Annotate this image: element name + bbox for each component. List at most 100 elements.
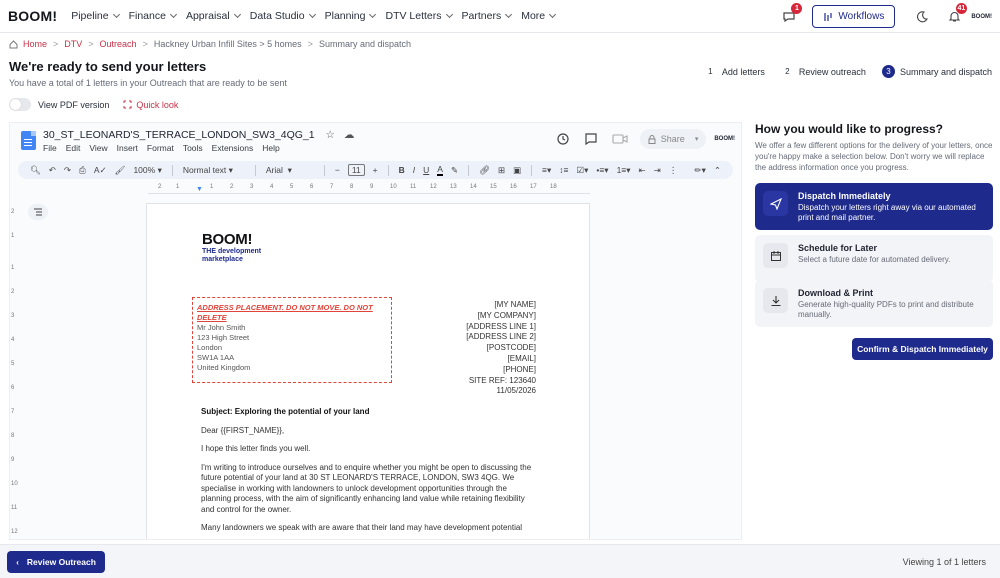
breadcrumb-dtv[interactable]: DTV <box>64 39 82 49</box>
confirm-dispatch-button[interactable]: Confirm & Dispatch Immediately <box>852 338 993 360</box>
bullet-list-icon[interactable]: •≡▾ <box>596 165 608 176</box>
breadcrumb-separator: > <box>307 39 313 49</box>
menu-extensions[interactable]: Extensions <box>212 143 254 153</box>
menu-insert[interactable]: Insert <box>117 143 138 153</box>
indent-decrease-icon[interactable]: ⇤ <box>639 165 646 176</box>
indent-marker-icon[interactable]: ▼ <box>196 186 203 193</box>
nav-item-pipeline[interactable]: Pipeline <box>71 10 120 22</box>
breadcrumb-site[interactable]: Hackney Urban Infill Sites > 5 homes <box>154 39 302 49</box>
font-select[interactable]: Arial ▾ <box>266 165 314 176</box>
indent-increase-icon[interactable]: ⇥ <box>654 165 661 176</box>
history-icon[interactable] <box>556 132 570 146</box>
stepper: 1 Add letters 2 Review outreach 3 Summary a… <box>688 65 992 78</box>
google-docs-icon <box>21 131 36 150</box>
sender-line: [MY NAME] <box>494 300 536 309</box>
footer-bar: ‹ Review Outreach Viewing 1 of 1 letters <box>0 544 1000 578</box>
menu-tools[interactable]: Tools <box>183 143 203 153</box>
address-line: London <box>197 343 223 352</box>
sender-line: [MY COMPANY] <box>477 310 536 320</box>
nav-item-partners[interactable]: Partners <box>462 10 513 22</box>
avatar[interactable]: BOOM! <box>971 14 992 20</box>
italic-icon[interactable]: I <box>413 165 415 175</box>
pdf-toggle[interactable] <box>9 98 31 111</box>
video-call-icon[interactable] <box>612 133 630 145</box>
top-nav: BOOM! Pipeline Finance Appraisal Data St… <box>0 0 1000 33</box>
nav-item-data-studio[interactable]: Data Studio <box>250 10 316 22</box>
align-icon[interactable]: ≡▾ <box>542 165 551 176</box>
nav-item-appraisal[interactable]: Appraisal <box>186 10 241 22</box>
letter-paragraph: I hope this letter finds you well. <box>201 444 311 453</box>
step-add-letters[interactable]: 1 Add letters <box>704 65 765 78</box>
nav-item-planning[interactable]: Planning <box>325 10 377 22</box>
text-color-icon[interactable]: A <box>437 164 443 176</box>
workflow-icon <box>824 12 832 21</box>
option-schedule-later[interactable]: Schedule for Later Select a future date … <box>755 235 993 282</box>
progress-description: We offer a few different options for the… <box>755 141 993 172</box>
print-icon[interactable]: ⎙ <box>79 165 86 176</box>
option-dispatch-immediately[interactable]: Dispatch Immediately Dispatch your lette… <box>755 183 993 230</box>
chevron-down-icon <box>233 10 241 19</box>
vertical-ruler: 2 1 1 2 3 4 5 6 7 8 9 10 11 12 <box>11 209 18 535</box>
letter-subject: Subject: Exploring the potential of your… <box>201 407 370 416</box>
editing-mode-icon[interactable]: ✏▾ <box>694 165 705 176</box>
font-size-input[interactable]: 11 <box>347 164 365 176</box>
image-icon[interactable]: ▣ <box>513 165 521 176</box>
add-comment-icon[interactable]: ⊞ <box>498 165 505 176</box>
more-icon[interactable]: ⋮ <box>669 165 678 176</box>
page-title: We're ready to send your letters <box>9 59 207 74</box>
search-menus-icon[interactable]: 🔍︎ <box>30 165 41 176</box>
font-size-increase[interactable]: + <box>373 165 378 175</box>
review-outreach-button[interactable]: ‹ Review Outreach <box>7 551 105 573</box>
numbered-list-icon[interactable]: 1≡▾ <box>617 165 631 176</box>
notifications-button[interactable]: 41 <box>943 2 968 28</box>
theme-toggle-button[interactable] <box>911 6 933 28</box>
star-icon[interactable]: ☆ <box>326 129 335 141</box>
sender-line: 11/05/2026 <box>496 386 536 396</box>
doc-title[interactable]: 30_ST_LEONARD'S_TERRACE_LONDON_SW3_4QG_1… <box>43 129 354 141</box>
zoom-select[interactable]: 100% ▾ <box>133 165 161 176</box>
menu-view[interactable]: View <box>89 143 107 153</box>
document-outline-button[interactable] <box>28 204 48 220</box>
letter-page[interactable]: BOOM! THE development marketplace ADDRES… <box>146 203 590 539</box>
menu-help[interactable]: Help <box>262 143 279 153</box>
nav-item-more[interactable]: More <box>521 10 557 22</box>
sender-line: SITE REF: 123640 <box>468 375 536 385</box>
paint-format-icon[interactable]: 🖌︎ <box>115 165 126 176</box>
comment-icon[interactable] <box>584 132 598 146</box>
highlight-icon[interactable]: ✎ <box>451 165 458 176</box>
sender-line: [ADDRESS LINE 1] <box>466 321 536 331</box>
sender-line: [EMAIL] <box>507 353 536 363</box>
cloud-icon[interactable]: ☁ <box>344 129 355 141</box>
workflows-button[interactable]: Workflows <box>812 5 896 28</box>
menu-format[interactable]: Format <box>147 143 174 153</box>
option-download-print[interactable]: Download & Print Generate high-quality P… <box>755 280 993 327</box>
nav-item-finance[interactable]: Finance <box>129 10 177 22</box>
underline-icon[interactable]: U <box>423 165 429 175</box>
app-logo[interactable]: BOOM! <box>8 8 57 24</box>
sender-line: [POSTCODE] <box>486 343 536 353</box>
bold-icon[interactable]: B <box>399 165 405 175</box>
line-spacing-icon[interactable]: ↕≡ <box>559 165 568 175</box>
menu-file[interactable]: File <box>43 143 57 153</box>
breadcrumb-home[interactable]: Home <box>23 39 47 49</box>
breadcrumb-outreach[interactable]: Outreach <box>100 39 137 49</box>
notifications-badge: 41 <box>955 2 968 14</box>
font-size-decrease[interactable]: − <box>335 165 340 175</box>
share-button[interactable]: Share ▾ <box>639 129 707 149</box>
checklist-icon[interactable]: ☑▾ <box>576 165 588 176</box>
messages-button[interactable]: 1 <box>778 2 803 28</box>
spellcheck-icon[interactable]: A✓ <box>94 165 107 176</box>
link-icon[interactable]: 🔗︎ <box>479 165 490 176</box>
collapse-menu-icon[interactable]: ⌃ <box>714 165 721 176</box>
redo-icon[interactable]: ↷ <box>64 165 71 176</box>
menu-edit[interactable]: Edit <box>66 143 81 153</box>
step-summary-dispatch[interactable]: 3 Summary and dispatch <box>881 65 992 78</box>
document-editor: 30_ST_LEONARD'S_TERRACE_LONDON_SW3_4QG_1… <box>9 122 742 540</box>
step-review-outreach[interactable]: 2 Review outreach <box>781 65 866 78</box>
breadcrumb: Home > DTV > Outreach > Hackney Urban In… <box>9 39 411 49</box>
style-select[interactable]: Normal text ▾ <box>183 165 245 176</box>
undo-icon[interactable]: ↶ <box>49 165 56 176</box>
breadcrumb-separator: > <box>88 39 94 49</box>
quick-look-button[interactable]: Quick look <box>123 100 178 110</box>
nav-item-dtv-letters[interactable]: DTV Letters <box>385 10 453 22</box>
